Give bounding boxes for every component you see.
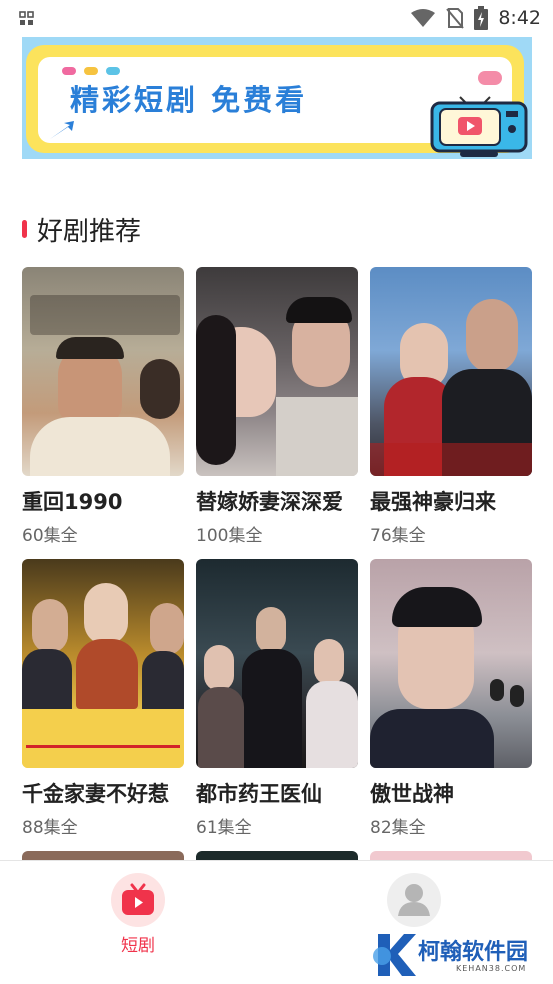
k-logo-icon (373, 934, 416, 976)
battery-charging-icon (474, 6, 489, 30)
section-title: 好剧推荐 (37, 216, 142, 247)
drama-title: 傲世战神 (370, 782, 454, 806)
tab-icon-bg (111, 873, 165, 927)
drama-poster[interactable] (196, 267, 358, 476)
drama-card[interactable]: 最强神豪归来 76集全 (370, 267, 532, 546)
tab-icon-bg (387, 873, 441, 927)
drama-episodes: 61集全 (196, 818, 252, 838)
drama-episodes: 60集全 (22, 526, 78, 546)
drama-card[interactable]: 都市药王医仙 61集全 (196, 559, 358, 838)
user-icon (398, 884, 430, 916)
drama-poster[interactable] (370, 559, 532, 768)
watermark-brand: 柯翰软件园 (418, 940, 529, 965)
wifi-icon (411, 9, 436, 27)
drama-poster[interactable] (22, 559, 184, 768)
clock: 8:42 (498, 7, 541, 29)
drama-episodes: 82集全 (370, 818, 426, 838)
drama-title: 都市药王医仙 (196, 782, 322, 806)
banner-title: 精彩短剧 免费看 (70, 83, 308, 117)
section-header: 好剧推荐 (22, 212, 142, 247)
no-sim-icon (446, 8, 465, 29)
promo-banner[interactable]: 精彩短剧 免费看 (22, 37, 532, 159)
drama-poster[interactable] (370, 267, 532, 476)
drama-title: 重回1990 (22, 490, 123, 514)
tv-icon (122, 883, 154, 915)
drama-episodes: 100集全 (196, 526, 263, 546)
tv-icon (430, 96, 528, 157)
banner-dot (106, 67, 120, 75)
tab-label: 短剧 (121, 936, 155, 956)
tab-profile[interactable] (354, 873, 474, 931)
drama-title: 最强神豪归来 (370, 490, 496, 514)
drama-title: 替嫁娇妻深深爱 (196, 490, 343, 514)
tab-dramas[interactable]: 短剧 (78, 873, 198, 956)
drama-title: 千金家妻不好惹 (22, 782, 169, 806)
cursor-arrow-icon (50, 121, 74, 139)
section-accent-bar (22, 220, 27, 238)
banner-dot (84, 67, 98, 75)
drama-card[interactable]: 傲世战神 82集全 (370, 559, 532, 838)
drama-card[interactable]: 千金家妻不好惹 88集全 (22, 559, 184, 838)
watermark: 柯翰软件园 KEHAN38.COM (372, 930, 542, 980)
drama-card[interactable]: 替嫁娇妻深深爱 100集全 (196, 267, 358, 546)
banner-dot (62, 67, 76, 75)
drama-card[interactable]: 重回1990 60集全 (22, 267, 184, 546)
status-icons: 8:42 (410, 6, 541, 30)
banner-bubble (478, 71, 502, 85)
app-grid-icon (19, 11, 34, 25)
drama-episodes: 88集全 (22, 818, 78, 838)
drama-poster[interactable] (196, 559, 358, 768)
watermark-domain: KEHAN38.COM (456, 964, 527, 973)
drama-poster[interactable] (22, 267, 184, 476)
drama-episodes: 76集全 (370, 526, 426, 546)
status-bar: 8:42 (0, 0, 553, 36)
